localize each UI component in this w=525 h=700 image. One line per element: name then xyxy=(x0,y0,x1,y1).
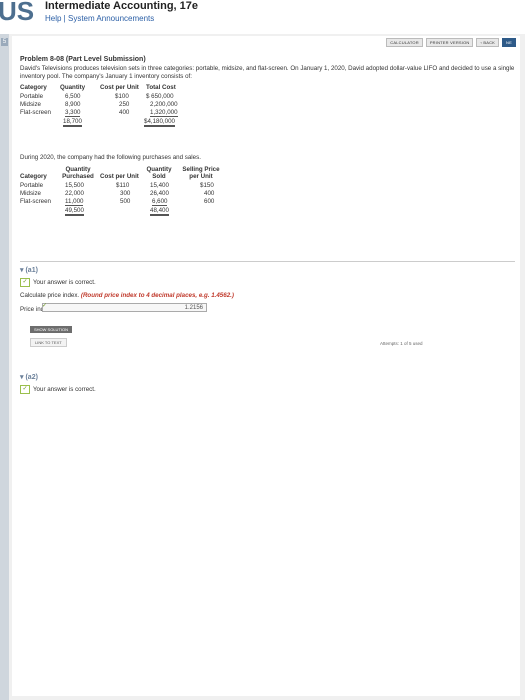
inv-header-cost: Cost per Unit xyxy=(100,84,139,91)
table-cell: Portable xyxy=(20,182,44,189)
part-a2-label[interactable]: ▾ (a2) xyxy=(20,373,38,381)
show-solution-button[interactable]: SHOW SOLUTION xyxy=(30,326,73,333)
sidebar-strip xyxy=(0,34,9,700)
table-cell: Midsize xyxy=(20,101,41,108)
next-button[interactable]: NE xyxy=(502,38,516,47)
back-button[interactable]: ‹ BACK xyxy=(476,38,500,47)
a1-instruction: Calculate price index. (Round price inde… xyxy=(20,292,234,299)
checkmark-icon: ✓ xyxy=(20,278,30,287)
a2-correct-text: Your answer is correct. xyxy=(33,386,96,393)
table-cell: 15,400 xyxy=(150,182,169,189)
link-to-text-button[interactable]: LINK TO TEXT xyxy=(30,338,67,347)
a2-correct-message: ✓ Your answer is correct. xyxy=(20,385,96,394)
logo: US xyxy=(0,0,35,26)
a1-instruction-rounding: (Round price index to 4 decimal places, … xyxy=(80,292,234,299)
table-cell: 8,900 xyxy=(65,101,81,108)
table-cell: 400 xyxy=(204,190,215,197)
pur-header-cost: Cost per Unit xyxy=(100,173,139,180)
part-a1-label[interactable]: ▾ (a1) xyxy=(20,266,38,274)
during-text: During 2020, the company had the followi… xyxy=(20,154,201,161)
inv-header-category: Category xyxy=(20,84,47,91)
app-header: US Intermediate Accounting, 17e Help | S… xyxy=(0,0,525,34)
table-cell: 15,500 xyxy=(65,182,84,189)
header-links[interactable]: Help | System Announcements xyxy=(45,14,154,23)
inv-total-cost: $4,180,000 xyxy=(144,118,175,127)
table-cell: Flat-screen xyxy=(20,198,51,205)
calculator-button[interactable]: CALCULATOR xyxy=(386,38,423,47)
table-cell: $150 xyxy=(200,182,214,189)
sidebar-badge[interactable]: 5 xyxy=(1,38,8,46)
pur-total-sold: 48,400 xyxy=(150,207,169,216)
problem-title: Problem 8-08 (Part Level Submission) xyxy=(20,56,146,63)
table-cell: Flat-screen xyxy=(20,109,51,116)
table-cell: Midsize xyxy=(20,190,41,197)
table-cell: 2,200,000 xyxy=(150,101,178,108)
table-cell: 6,600 xyxy=(152,198,168,206)
attempts-counter: Attempts: 1 of 5 used xyxy=(380,341,423,346)
toolbar: CALCULATOR PRINTER VERSION ‹ BACK NE xyxy=(386,38,516,47)
table-cell: 1,320,000 xyxy=(150,109,178,117)
a1-correct-text: Your answer is correct. xyxy=(33,279,96,286)
inv-header-total: Total Cost xyxy=(146,84,176,91)
pur-total-purchased: 49,500 xyxy=(65,207,84,216)
a1-correct-message: ✓ Your answer is correct. xyxy=(20,278,96,287)
section-divider xyxy=(20,261,515,262)
pur-header-qty-sold: Quantity Sold xyxy=(146,166,172,180)
table-cell: $100 xyxy=(115,93,129,100)
table-cell: 400 xyxy=(119,109,130,116)
table-cell: 3,300 xyxy=(65,109,81,117)
table-cell: 250 xyxy=(119,101,130,108)
a1-instruction-text: Calculate price index. xyxy=(20,292,80,299)
table-cell: $110 xyxy=(116,182,130,189)
table-cell: $ 650,000 xyxy=(146,93,174,100)
problem-intro: David's Televisions produces television … xyxy=(20,65,515,80)
table-cell: 26,400 xyxy=(150,190,169,197)
purchases-table: Category Quantity Purchased Cost per Uni… xyxy=(20,166,240,246)
table-cell: 600 xyxy=(204,198,215,205)
checkmark-icon: ✓ xyxy=(20,385,30,394)
printer-version-button[interactable]: PRINTER VERSION xyxy=(425,38,474,47)
table-cell: Portable xyxy=(20,93,44,100)
table-cell: 22,000 xyxy=(65,190,84,197)
table-cell: 500 xyxy=(120,198,131,205)
table-cell: 11,000 xyxy=(65,198,84,206)
input-check-icon: ✓ xyxy=(42,303,48,309)
pur-header-qty-purchased: Quantity Purchased xyxy=(62,166,94,180)
pur-header-category: Category xyxy=(20,173,47,180)
problem-content: CALCULATOR PRINTER VERSION ‹ BACK NE Pro… xyxy=(12,36,520,696)
course-title: Intermediate Accounting, 17e xyxy=(45,0,199,12)
part-a2-title: (a2) xyxy=(25,374,38,381)
table-cell: 6,500 xyxy=(65,93,81,100)
inv-total-quantity: 18,700 xyxy=(63,118,82,127)
table-cell: 300 xyxy=(120,190,131,197)
part-a1-title: (a1) xyxy=(25,267,38,274)
inventory-table: Category Quantity Cost per Unit Total Co… xyxy=(20,84,180,149)
inv-header-quantity: Quantity xyxy=(60,84,86,91)
pur-header-selling-price: Selling Price per Unit xyxy=(182,166,220,180)
price-index-input[interactable]: 1.2156 xyxy=(42,303,207,312)
